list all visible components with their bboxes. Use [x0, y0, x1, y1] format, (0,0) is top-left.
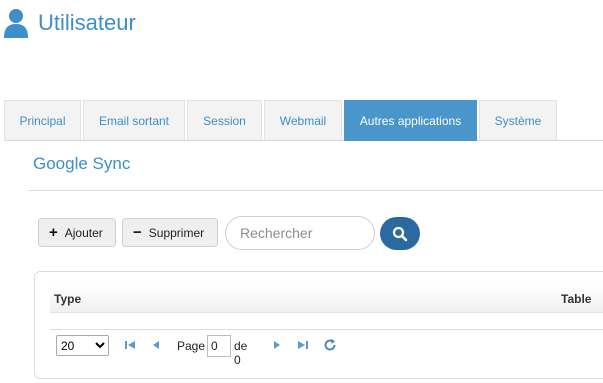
section-divider [28, 190, 603, 191]
first-page-icon[interactable] [123, 338, 137, 352]
tab-systeme[interactable]: Système [479, 100, 557, 140]
tab-session[interactable]: Session [187, 100, 262, 140]
page-count-label: de 0 [234, 339, 248, 367]
section-title: Google Sync [33, 154, 131, 173]
delete-button-label: Supprimer [148, 225, 205, 240]
search-input[interactable] [225, 216, 375, 250]
tab-principal[interactable]: Principal [4, 100, 81, 140]
search-button[interactable] [380, 217, 420, 250]
delete-button[interactable]: − Supprimer [122, 218, 218, 247]
current-page-input[interactable] [207, 335, 231, 357]
pager-divider [50, 329, 603, 330]
search-icon [392, 226, 408, 241]
next-page-icon[interactable] [270, 338, 284, 352]
page-size-select[interactable]: 20 [56, 335, 109, 356]
tab-email-sortant[interactable]: Email sortant [83, 100, 185, 140]
add-button-label: Ajouter [64, 225, 103, 240]
column-header-type[interactable]: Type [54, 292, 81, 306]
column-header-table[interactable]: Table [561, 292, 591, 306]
minus-icon: − [133, 224, 142, 241]
page-header: Utilisateur [4, 6, 136, 40]
user-icon [4, 9, 28, 38]
plus-icon: + [49, 224, 58, 241]
add-button[interactable]: + Ajouter [38, 218, 116, 247]
page-title: Utilisateur [38, 10, 136, 35]
page-label: Page [177, 339, 206, 353]
last-page-icon[interactable] [296, 338, 310, 352]
grid-header: Type Table [50, 285, 603, 313]
previous-page-icon[interactable] [149, 338, 163, 352]
tab-bar: Principal Email sortant Session Webmail … [4, 100, 603, 141]
tab-autres-applications[interactable]: Autres applications [344, 100, 477, 141]
tab-webmail[interactable]: Webmail [264, 100, 342, 140]
refresh-icon[interactable] [323, 338, 337, 352]
